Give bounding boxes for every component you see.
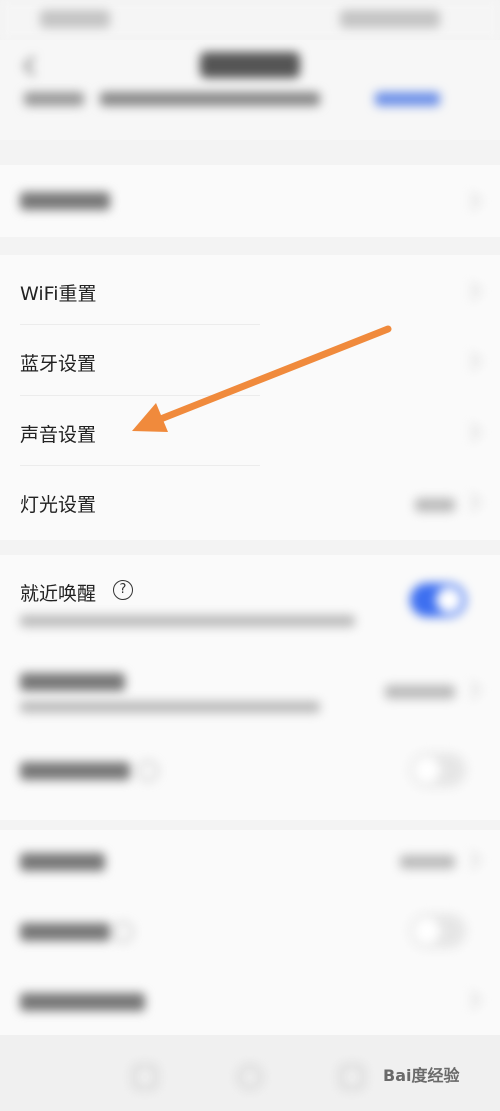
light-settings-value [415,498,455,512]
assist-wake-word-description [20,701,320,713]
wifi-reset-label[interactable]: WiFi重置 [20,279,96,306]
chevron-right-icon [463,991,481,1009]
device-action-link[interactable] [375,92,440,106]
chevron-right-icon [463,681,481,699]
bluetooth-settings-label[interactable]: 蓝牙设置 [20,349,96,376]
settings-card-2: WiFi重置 蓝牙设置 声音设置 灯光设置 [0,255,500,540]
settings-item-blurred[interactable] [20,923,110,941]
chevron-right-icon [463,282,481,300]
status-bar-right [340,10,440,28]
chevron-right-icon [463,192,481,210]
device-label [24,92,84,106]
chevron-right-icon [463,423,481,441]
divider [20,324,260,325]
settings-item-value [400,855,455,869]
nav-home-icon[interactable] [238,1065,262,1089]
settings-item-blurred[interactable] [20,192,110,210]
toggle-knob [436,587,462,613]
toggle-knob [414,918,440,944]
nearby-wake-toggle[interactable] [410,583,466,617]
chevron-right-icon [463,352,481,370]
status-bar [0,0,500,40]
settings-item-blurred[interactable] [20,993,145,1011]
nav-back-icon[interactable] [133,1065,157,1089]
settings-card-4 [0,830,500,1035]
assist-wake-word-value [385,685,455,699]
baidu-jingyan-watermark: Bai度经验 [383,1066,460,1085]
status-bar-left [40,10,110,28]
assist-wake-word-label[interactable] [20,673,125,691]
device-name [100,92,320,106]
help-icon[interactable] [113,922,133,942]
nearby-wake-label: 就近唤醒 [20,583,97,605]
settings-card-1 [0,165,500,237]
chevron-right-icon [463,493,481,511]
settings-item-blurred[interactable] [20,762,130,780]
settings-item-blurred[interactable] [20,853,105,871]
page-title [200,52,300,78]
settings-card-3: 就近唤醒 ? [0,555,500,820]
toggle-knob [414,757,440,783]
help-icon[interactable] [138,761,158,781]
back-arrow-icon[interactable] [16,52,44,80]
settings-toggle[interactable] [410,753,466,787]
chevron-right-icon [463,851,481,869]
light-settings-label[interactable]: 灯光设置 [20,490,96,517]
divider [20,395,260,396]
help-icon[interactable]: ? [113,580,133,600]
sound-settings-label[interactable]: 声音设置 [20,420,96,447]
nearby-wake-description [20,615,355,627]
divider [20,465,260,466]
settings-toggle[interactable] [410,914,466,948]
nav-recent-apps-icon[interactable] [340,1065,364,1089]
